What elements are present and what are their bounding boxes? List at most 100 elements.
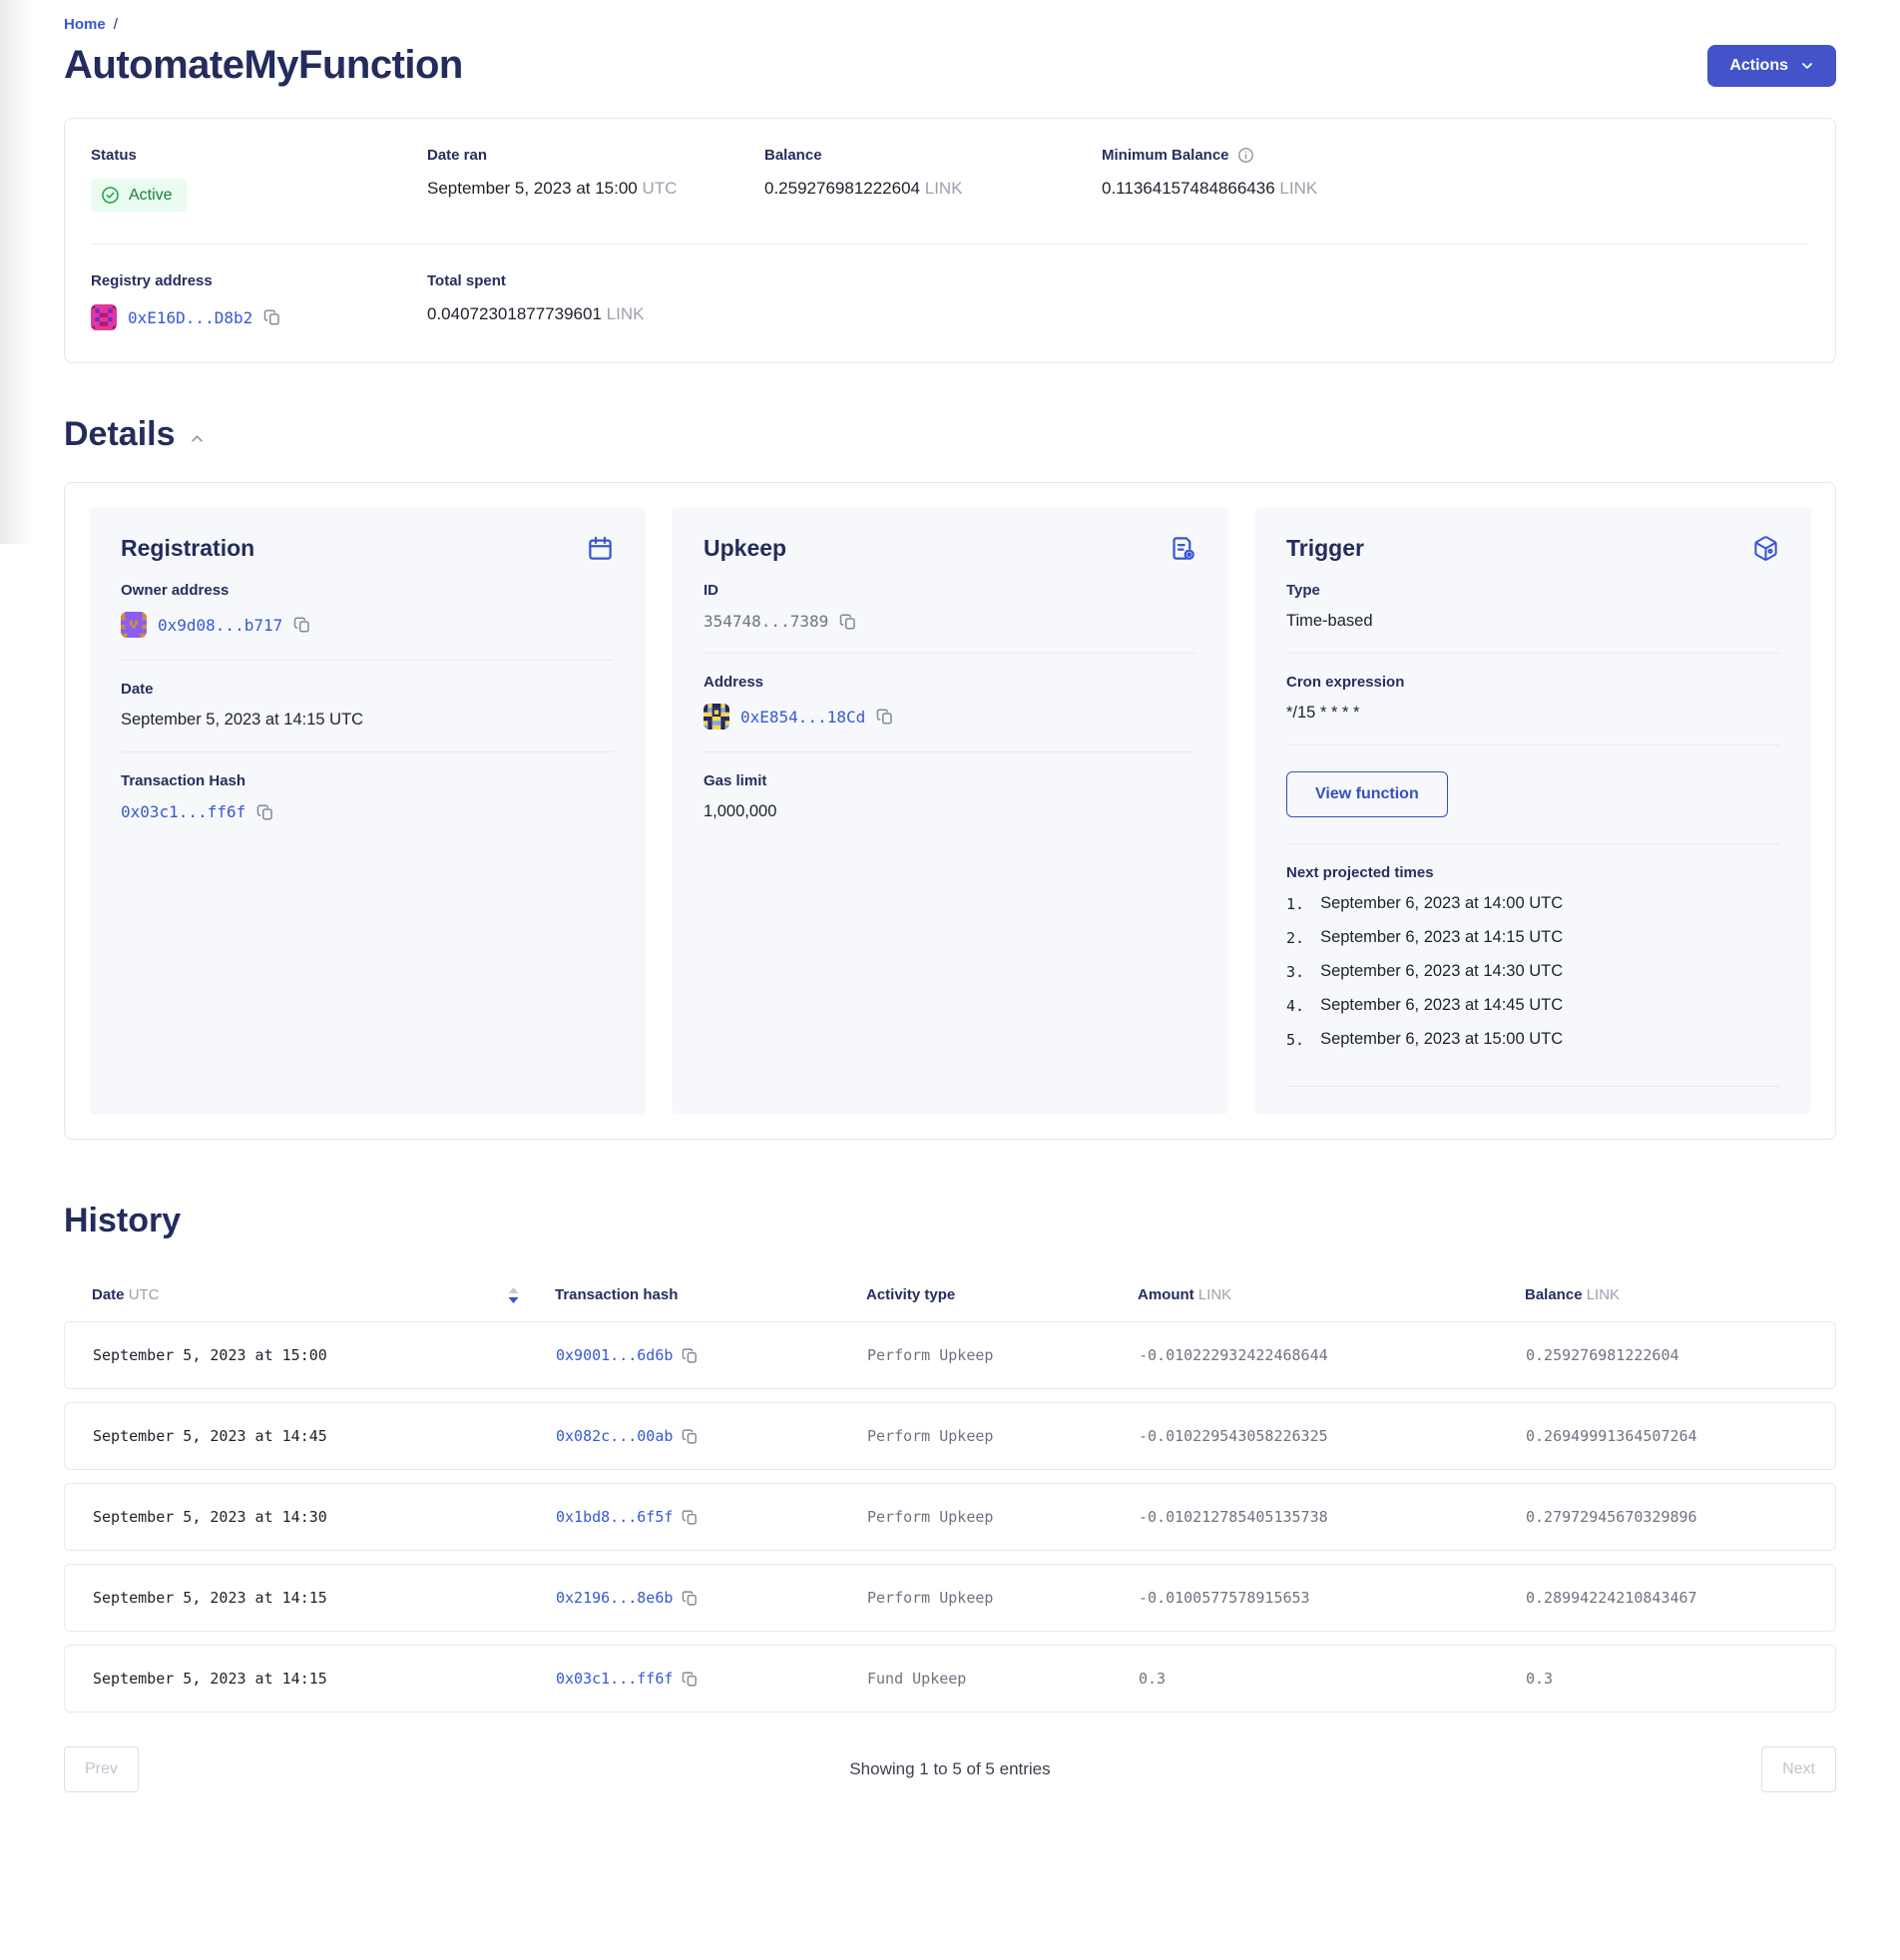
upkeep-address-link[interactable]: 0xE854...18Cd [740, 708, 865, 727]
next-projected-times-section: Next projected times 1. September 6, 202… [1286, 844, 1779, 1087]
view-function-button[interactable]: View function [1286, 771, 1448, 817]
row-transaction-hash-link[interactable]: 0x2196...8e6b [556, 1589, 673, 1607]
column-transaction-hash[interactable]: Transaction hash [555, 1286, 866, 1303]
document-gear-icon [1170, 535, 1196, 562]
projected-time-index: 4. [1286, 996, 1304, 1015]
row-date: September 5, 2023 at 14:30 [93, 1508, 556, 1526]
column-date-suffix: UTC [129, 1286, 160, 1303]
row-transaction-hash-link[interactable]: 0x03c1...ff6f [556, 1670, 673, 1688]
total-spent-field: Total spent 0.04072301877739601 LINK [427, 272, 764, 330]
copy-icon[interactable] [293, 616, 311, 634]
next-projected-times-label: Next projected times [1286, 864, 1779, 881]
projected-time-index: 3. [1286, 962, 1304, 981]
copy-icon[interactable] [263, 308, 281, 326]
upkeep-card: Upkeep ID 354748...7389 Address 0xE854..… [672, 507, 1228, 1115]
row-activity-type: Perform Upkeep [867, 1589, 1139, 1607]
sort-arrows-icon[interactable] [508, 1287, 519, 1303]
history-table-body: September 5, 2023 at 15:00 0x9001...6d6b… [64, 1321, 1836, 1713]
projected-time-item: 1. September 6, 2023 at 14:00 UTC [1286, 894, 1779, 913]
status-label: Status [91, 147, 427, 164]
copy-icon[interactable] [682, 1671, 699, 1688]
row-date: September 5, 2023 at 15:00 [93, 1346, 556, 1364]
balance-label: Balance [764, 147, 1102, 164]
page-title: AutomateMyFunction [64, 43, 463, 88]
next-button[interactable]: Next [1761, 1746, 1836, 1792]
date-ran-label: Date ran [427, 147, 764, 164]
column-date[interactable]: Date [92, 1286, 125, 1303]
chevron-down-icon [1800, 59, 1814, 73]
total-spent-label: Total spent [427, 272, 764, 289]
status-field: Status Active [91, 147, 427, 212]
row-activity-type: Fund Upkeep [867, 1670, 1139, 1688]
row-amount: -0.010212785405135738 [1139, 1508, 1526, 1526]
summary-card: Status Active Date ran September 5, 2023… [64, 118, 1836, 363]
row-transaction-hash-link[interactable]: 0x082c...00ab [556, 1427, 673, 1445]
row-activity-type: Perform Upkeep [867, 1508, 1139, 1526]
balance-field: Balance 0.259276981222604 LINK [764, 147, 1102, 212]
balance-suffix: LINK [925, 179, 963, 198]
copy-icon[interactable] [682, 1428, 699, 1445]
breadcrumb-home-link[interactable]: Home [64, 16, 106, 33]
row-amount: -0.0100577578915653 [1139, 1589, 1526, 1607]
copy-icon[interactable] [682, 1347, 699, 1364]
date-ran-field: Date ran September 5, 2023 at 15:00 UTC [427, 147, 764, 212]
row-balance: 0.3 [1526, 1670, 1807, 1688]
chevron-up-icon[interactable] [190, 431, 205, 446]
prev-button[interactable]: Prev [64, 1746, 139, 1792]
gas-limit-value: 1,000,000 [704, 802, 1196, 821]
registration-date-section: Date September 5, 2023 at 14:15 UTC [121, 661, 614, 752]
projected-time-index: 5. [1286, 1030, 1304, 1049]
column-amount-suffix: LINK [1198, 1286, 1231, 1303]
actions-button[interactable]: Actions [1707, 45, 1836, 87]
transaction-hash-label: Transaction Hash [121, 772, 614, 789]
column-balance-suffix: LINK [1587, 1286, 1620, 1303]
copy-icon[interactable] [256, 803, 274, 821]
breadcrumb-separator: / [114, 16, 118, 33]
upkeep-title: Upkeep [704, 535, 786, 562]
upkeep-identicon [704, 704, 729, 730]
owner-address-section: Owner address 0x9d08...b717 [121, 562, 614, 661]
total-spent-value: 0.04072301877739601 [427, 304, 602, 323]
owner-address-link[interactable]: 0x9d08...b717 [158, 616, 282, 635]
projected-time-item: 3. September 6, 2023 at 14:30 UTC [1286, 962, 1779, 981]
row-amount: -0.010222932422468644 [1139, 1346, 1526, 1364]
transaction-hash-link[interactable]: 0x03c1...ff6f [121, 802, 245, 821]
min-balance-label: Minimum Balance [1102, 147, 1229, 164]
column-amount[interactable]: Amount [1138, 1286, 1194, 1303]
next-projected-times-list: 1. September 6, 2023 at 14:00 UTC 2. Sep… [1286, 894, 1779, 1049]
copy-icon[interactable] [682, 1509, 699, 1526]
registry-address-field: Registry address 0xE16D...D8b2 [91, 272, 427, 330]
projected-time-item: 4. September 6, 2023 at 14:45 UTC [1286, 996, 1779, 1015]
details-heading-text: Details [64, 415, 176, 454]
column-activity-type[interactable]: Activity type [866, 1286, 1138, 1303]
table-row: September 5, 2023 at 14:45 0x082c...00ab… [64, 1402, 1836, 1470]
copy-icon[interactable] [682, 1590, 699, 1607]
row-transaction-hash-link[interactable]: 0x1bd8...6f5f [556, 1508, 673, 1526]
copy-icon[interactable] [876, 708, 894, 726]
projected-time-index: 1. [1286, 894, 1304, 913]
registration-title: Registration [121, 535, 254, 562]
info-icon[interactable] [1237, 147, 1254, 164]
pagination: Prev Showing 1 to 5 of 5 entries Next [64, 1746, 1836, 1792]
date-ran-value: September 5, 2023 at 15:00 [427, 179, 638, 198]
row-transaction-hash-link[interactable]: 0x9001...6d6b [556, 1346, 673, 1364]
page-left-shade [0, 0, 34, 544]
balance-value: 0.259276981222604 [764, 179, 920, 198]
registry-address-link[interactable]: 0xE16D...D8b2 [128, 308, 252, 327]
column-balance[interactable]: Balance [1525, 1286, 1583, 1303]
upkeep-id-section: ID 354748...7389 [704, 562, 1196, 654]
gas-limit-section: Gas limit 1,000,000 [704, 752, 1196, 843]
cron-expression-value: */15 * * * * [1286, 704, 1779, 723]
history-table-header: Date UTC Transaction hash Activity type … [64, 1286, 1836, 1303]
table-row: September 5, 2023 at 14:15 0x03c1...ff6f… [64, 1645, 1836, 1713]
trigger-type-section: Type Time-based [1286, 562, 1779, 654]
projected-time-item: 5. September 6, 2023 at 15:00 UTC [1286, 1030, 1779, 1049]
registration-card: Registration Owner address 0x9d08...b717… [89, 507, 646, 1115]
copy-icon[interactable] [839, 613, 857, 631]
row-date: September 5, 2023 at 14:15 [93, 1589, 556, 1607]
owner-identicon [121, 612, 147, 638]
row-balance: 0.26949991364507264 [1526, 1427, 1807, 1445]
transaction-hash-section: Transaction Hash 0x03c1...ff6f [121, 752, 614, 843]
history-heading: History [64, 1202, 1836, 1240]
registration-date-value: September 5, 2023 at 14:15 UTC [121, 711, 614, 730]
